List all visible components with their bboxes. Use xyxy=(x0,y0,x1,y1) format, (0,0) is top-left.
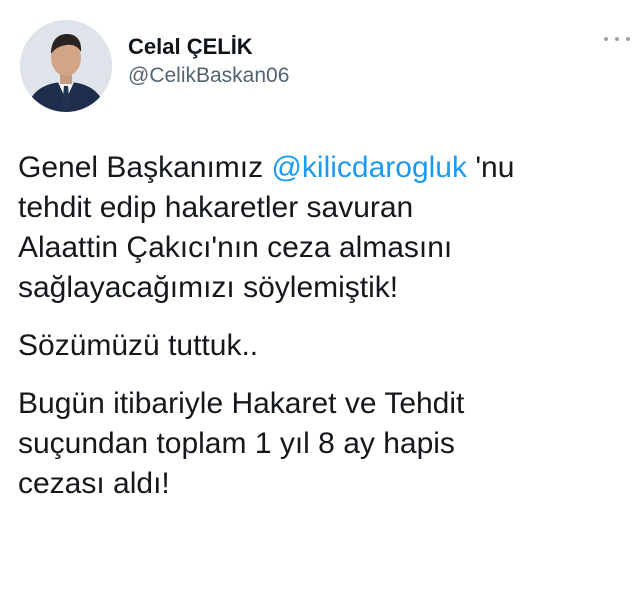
profile-photo-icon xyxy=(20,20,112,112)
tweet-text-segment: 'nu xyxy=(466,151,515,184)
tweet-text: Genel Başkanımız @kilicdarogluk 'nu tehd… xyxy=(18,148,634,522)
tweet-line: Genel Başkanımız @kilicdarogluk 'nu xyxy=(18,148,634,188)
tweet-card: Celal ÇELİK @CelikBaskan06 Genel Başkanı… xyxy=(0,0,640,590)
tweet-paragraph-2: Sözümüzü tuttuk.. xyxy=(18,326,634,366)
more-dot xyxy=(626,37,630,41)
tweet-line: Bugün itibariyle Hakaret ve Tehdit xyxy=(18,387,465,420)
more-dot xyxy=(604,37,608,41)
author-handle[interactable]: @CelikBaskan06 xyxy=(128,64,289,88)
avatar[interactable] xyxy=(20,20,112,112)
tweet-paragraph-3: Bugün itibariyle Hakaret ve Tehdit suçun… xyxy=(18,384,634,504)
more-dot xyxy=(615,37,619,41)
author-name[interactable]: Celal ÇELİK xyxy=(128,34,253,60)
tweet-line: Sözümüzü tuttuk.. xyxy=(18,329,259,362)
tweet-paragraph-1: Genel Başkanımız @kilicdarogluk 'nu tehd… xyxy=(18,148,634,308)
tweet-line: cezası aldı! xyxy=(18,467,170,500)
tweet-line: sağlayacağımızı söylemiştik! xyxy=(18,271,399,304)
more-horizontal-icon[interactable] xyxy=(604,32,630,46)
tweet-line: Alaattin Çakıcı'nın ceza almasını xyxy=(18,231,453,264)
tweet-text-segment: Genel Başkanımız xyxy=(18,151,272,184)
mention-link[interactable]: @kilicdarogluk xyxy=(271,151,467,184)
tweet-line: suçundan toplam 1 yıl 8 ay hapis xyxy=(18,427,455,460)
tweet-line: tehdit edip hakaretler savuran xyxy=(18,191,414,224)
